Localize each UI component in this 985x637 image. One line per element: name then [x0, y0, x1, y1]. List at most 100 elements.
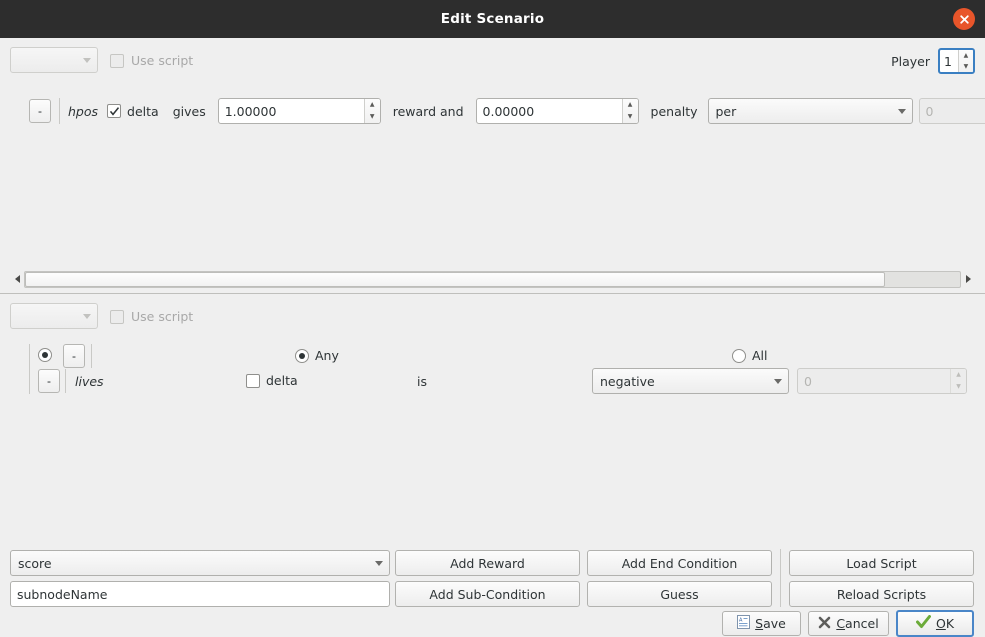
condition-delta-checkbox[interactable]	[246, 373, 260, 388]
comparison-combo-value: negative	[600, 373, 655, 389]
condition-delta-label: delta	[266, 373, 298, 388]
save-accel: S	[755, 616, 764, 631]
chevron-down-icon	[83, 57, 91, 63]
condition-group-radio[interactable]	[38, 348, 52, 362]
scrollbar-groove[interactable]	[24, 270, 961, 288]
scrollbar-thumb[interactable]	[25, 271, 886, 287]
any-radio[interactable]	[295, 348, 309, 363]
section-divider	[0, 293, 985, 294]
reward-use-script-checkbox	[110, 53, 124, 68]
cancel-button[interactable]: Cancel	[808, 611, 889, 636]
cancel-button-label: Cancel	[836, 616, 878, 631]
reward-rule-row: - hpos delta gives 1.00000 ▲ ▼ reward an…	[29, 98, 985, 124]
per-count-spinbox: 0 ▲ ▼	[918, 98, 985, 124]
checkmark-icon	[915, 615, 931, 632]
all-radio-label: All	[752, 348, 768, 363]
ok-button[interactable]: OK	[896, 610, 974, 637]
cancel-accel: C	[836, 616, 846, 631]
button-group-separator	[780, 549, 781, 607]
arrow-left-icon	[14, 275, 20, 283]
guess-button[interactable]: Guess	[587, 581, 772, 607]
window-title: Edit Scenario	[440, 11, 545, 27]
group-separator-inner	[91, 344, 92, 368]
ok-rest: K	[945, 616, 955, 631]
close-button[interactable]	[953, 8, 975, 30]
condition-use-script-checkbox	[110, 309, 124, 324]
condition-remove-bottom-button[interactable]: -	[38, 369, 60, 393]
reload-scripts-button[interactable]: Reload Scripts	[789, 581, 974, 607]
reward-variable-label: hpos	[68, 103, 99, 119]
chevron-down-icon	[897, 108, 906, 114]
reward-delta-checkbox[interactable]	[107, 104, 122, 118]
per-combo[interactable]: per	[707, 98, 913, 124]
arrow-right-icon	[965, 275, 971, 283]
any-radio-row[interactable]: Any	[295, 348, 339, 363]
condition-delta-row[interactable]: delta	[246, 373, 298, 388]
spin-up-icon[interactable]: ▲	[623, 99, 638, 111]
subnode-name-value: subnodeName	[17, 586, 108, 602]
condition-left-group: - - lives	[29, 342, 139, 396]
save-button[interactable]: A Save	[722, 611, 801, 636]
player-spinbox[interactable]: 1 ▲ ▼	[938, 48, 975, 74]
spin-down-icon[interactable]: ▼	[623, 111, 638, 123]
all-radio[interactable]	[732, 348, 746, 363]
player-value: 1	[944, 53, 952, 69]
condition-use-script-row: Use script	[110, 309, 193, 324]
penalty-value-spinbox[interactable]: 0.00000 ▲ ▼	[475, 98, 639, 124]
per-count-value: 0	[925, 103, 934, 119]
save-rest: ave	[763, 616, 786, 631]
scroll-right-button[interactable]	[961, 271, 975, 288]
add-end-condition-button[interactable]: Add End Condition	[587, 550, 772, 576]
player-row: Player 1 ▲ ▼	[891, 48, 975, 74]
player-spin-buttons[interactable]: ▲ ▼	[957, 50, 973, 72]
reward-use-script-row: Use script	[110, 53, 193, 68]
all-radio-row[interactable]: All	[732, 348, 768, 363]
reward-use-script-label: Use script	[131, 53, 194, 68]
subnode-name-input[interactable]: subnodeName	[10, 581, 390, 607]
reward-area-hscrollbar[interactable]	[10, 270, 975, 288]
group-separator-left	[29, 344, 30, 394]
penalty-label: penalty	[650, 103, 698, 119]
radio-dot	[299, 352, 305, 359]
variable-combo[interactable]: score	[10, 550, 390, 576]
chevron-down-icon	[375, 560, 383, 566]
is-label: is	[417, 374, 427, 389]
chevron-down-icon	[774, 378, 782, 384]
add-sub-condition-button[interactable]: Add Sub-Condition	[395, 581, 580, 607]
add-reward-button[interactable]: Add Reward	[395, 550, 580, 576]
close-icon	[959, 14, 970, 25]
gives-label: gives	[172, 103, 206, 119]
reward-value-spinbox[interactable]: 1.00000 ▲ ▼	[217, 98, 381, 124]
variable-separator	[65, 369, 66, 393]
spin-up-icon[interactable]: ▲	[959, 50, 973, 61]
titlebar: Edit Scenario	[0, 0, 985, 38]
spin-up-icon: ▲	[956, 371, 961, 378]
reward-value: 1.00000	[224, 103, 277, 119]
cancel-rest: ancel	[845, 616, 879, 631]
save-button-label: Save	[755, 616, 786, 631]
edit-scenario-dialog: Edit Scenario Use script Player 1 ▲ ▼ - …	[0, 0, 985, 637]
rule-separator	[59, 98, 60, 124]
spin-down-icon: ▼	[956, 383, 961, 390]
any-radio-label: Any	[315, 348, 339, 363]
load-script-button[interactable]: Load Script	[789, 550, 974, 576]
checkmark-icon	[109, 106, 120, 117]
ok-accel: O	[935, 616, 946, 631]
ok-button-label: OK	[936, 616, 954, 631]
reward-value-spin-buttons[interactable]: ▲ ▼	[363, 99, 380, 123]
threshold-spin-buttons: ▲ ▼	[950, 369, 966, 393]
per-combo-value: per	[715, 103, 737, 119]
reward-script-combo	[10, 47, 98, 73]
penalty-value-spin-buttons[interactable]: ▲ ▼	[621, 99, 638, 123]
player-label: Player	[891, 53, 930, 69]
reward-remove-button[interactable]: -	[29, 99, 51, 123]
spin-up-icon[interactable]: ▲	[365, 99, 380, 111]
threshold-spinbox: 0 ▲ ▼	[797, 368, 967, 394]
document-icon: A	[737, 615, 751, 632]
condition-remove-top-button[interactable]: -	[63, 344, 85, 368]
comparison-combo[interactable]: negative	[592, 368, 789, 394]
scroll-left-button[interactable]	[10, 271, 24, 288]
spin-down-icon[interactable]: ▼	[365, 111, 380, 123]
spin-down-icon[interactable]: ▼	[959, 61, 973, 72]
condition-variable-label: lives	[75, 374, 104, 389]
